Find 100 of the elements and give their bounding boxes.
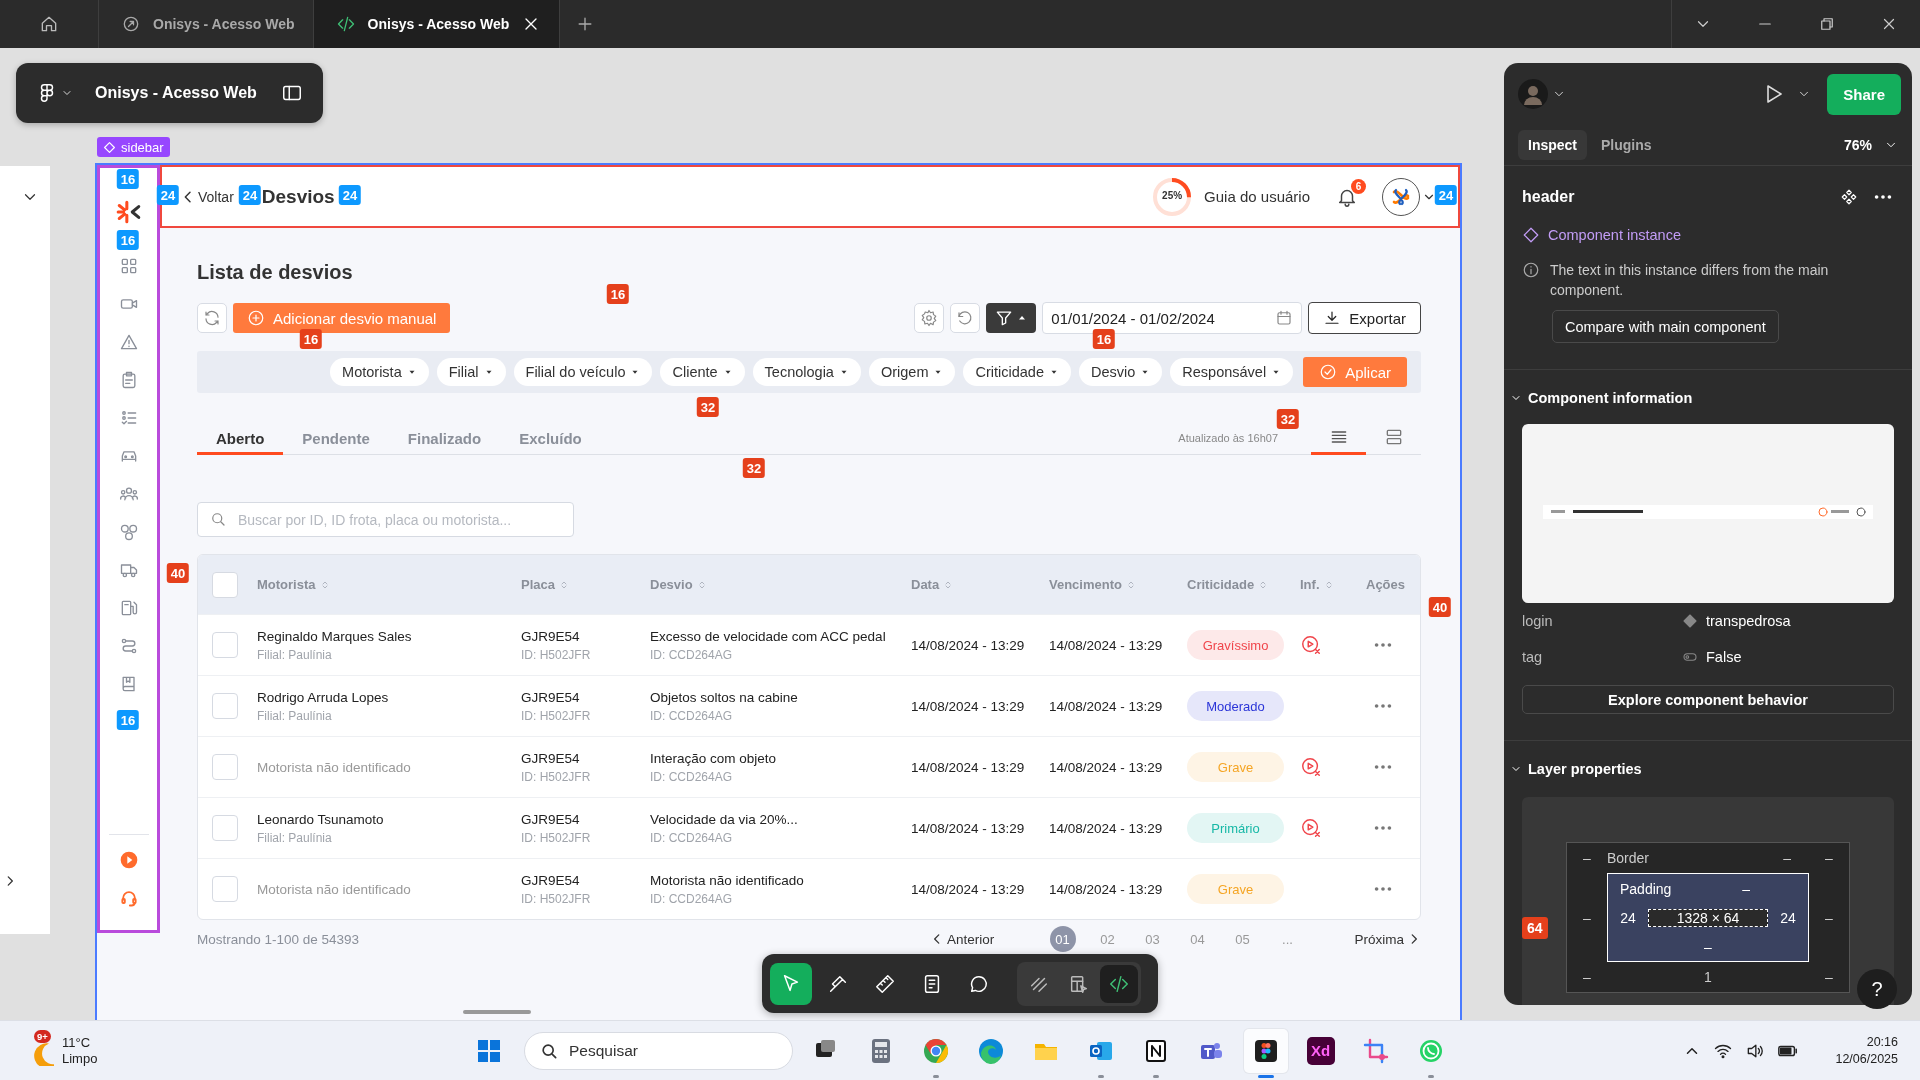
updated-text: Atualizado às 16h07 xyxy=(1178,431,1278,444)
branch-text: Filial: Paulínia xyxy=(257,830,333,845)
filter-dropdown[interactable]: Desvio xyxy=(1079,358,1163,386)
box-value: – xyxy=(1583,969,1591,985)
filter-dropdown[interactable]: Responsável xyxy=(1170,358,1294,386)
zoom-level[interactable]: 76% xyxy=(1843,137,1872,153)
row-checkbox[interactable] xyxy=(212,876,238,902)
plate-text: GJR9E54 xyxy=(521,872,581,888)
column-header: Ações xyxy=(1366,577,1407,592)
calendar-icon xyxy=(1275,309,1294,327)
tool-button[interactable] xyxy=(770,962,812,1005)
plate-id-text: ID: H502JFR xyxy=(521,891,592,906)
check-circle-icon xyxy=(1319,363,1338,381)
filter-dropdown[interactable]: Cliente xyxy=(660,358,745,386)
settings-icon xyxy=(920,309,939,327)
criticality-tag: Gravíssimo xyxy=(1187,630,1284,660)
due-date-cell-text: 14/08/2024 - 13:29 xyxy=(1049,759,1164,775)
property-value: transpedrosa xyxy=(1706,613,1792,629)
restore-icon[interactable] xyxy=(1818,15,1836,33)
row-checkbox[interactable] xyxy=(212,632,238,658)
avatar-icon[interactable] xyxy=(1518,79,1548,109)
due-date-cell-text: 14/08/2024 - 13:29 xyxy=(1049,820,1164,836)
measurement-badge: 40 xyxy=(1428,597,1452,617)
property-name: login xyxy=(1522,613,1554,629)
taskbar-button[interactable] xyxy=(1243,1028,1288,1073)
warning-icon[interactable] xyxy=(118,332,139,352)
select-all-checkbox[interactable] xyxy=(212,571,238,598)
clock-time: 20:16 xyxy=(1866,1033,1898,1051)
crop-tool-icon xyxy=(1361,1036,1390,1065)
refresh-icon xyxy=(203,309,221,327)
branch-text: Filial: Paulínia xyxy=(257,647,333,662)
filter-dropdown[interactable]: Filial xyxy=(436,358,506,386)
taskbar-button[interactable]: Xd xyxy=(1298,1028,1343,1073)
page-title: Desvios xyxy=(261,185,335,208)
deviation-id-text: ID: CCD264AG xyxy=(650,708,734,723)
app-logo: Xd xyxy=(1306,1036,1335,1065)
component-icon[interactable] xyxy=(1840,188,1858,206)
info-icon xyxy=(1522,261,1540,279)
search-field[interactable]: Buscar por ID, ID frota, placa ou motorista... xyxy=(197,502,574,537)
home-icon xyxy=(39,14,59,34)
browser-icon xyxy=(976,1036,1005,1065)
filter-dropdown[interactable]: Criticidade xyxy=(963,358,1071,386)
date-range-field[interactable]: 01/01/2024 - 01/02/2024 xyxy=(1042,302,1303,334)
measurement-badge: 16 xyxy=(116,169,140,189)
filter-dropdown[interactable]: Filial do veículo xyxy=(513,358,653,386)
filter-button[interactable] xyxy=(986,303,1037,333)
deviation-text: Excesso de velocidade com ACC pedal xyxy=(650,628,887,644)
section-title: Layer properties xyxy=(1528,761,1642,777)
compare-button[interactable]: Compare with main component xyxy=(1552,310,1779,343)
back-button[interactable]: Voltar xyxy=(180,188,234,205)
explore-button[interactable]: Explore component behavior xyxy=(1522,685,1894,714)
video-alert-icon[interactable] xyxy=(1300,756,1322,778)
clock-date: 12/06/2025 xyxy=(1835,1050,1898,1068)
guide-link[interactable]: Guia do usuário xyxy=(1204,188,1310,205)
plate-id-text: ID: H502JFR xyxy=(521,708,592,723)
logo-icon xyxy=(115,199,142,225)
size-value: 1328 × 64 xyxy=(1676,910,1740,926)
row-checkbox[interactable] xyxy=(212,754,238,780)
property-name: tag xyxy=(1522,649,1544,665)
status-tab[interactable]: Aberto xyxy=(197,421,284,455)
next-button[interactable]: Próxima xyxy=(1354,931,1421,947)
search-button[interactable]: Pesquisar xyxy=(524,1031,793,1070)
measurement-badge: 16 xyxy=(606,284,630,304)
export-button[interactable]: Exportar xyxy=(1308,302,1421,334)
panel-tab[interactable]: Plugins xyxy=(1591,130,1662,160)
headset-icon[interactable] xyxy=(118,888,139,908)
measurement-badge: 24 xyxy=(156,185,180,205)
plate-text: GJR9E54 xyxy=(521,811,581,827)
row-checkbox[interactable] xyxy=(212,815,238,841)
notification-badge: 9+ xyxy=(34,1029,51,1043)
deviation-id-text: ID: CCD264AG xyxy=(650,647,734,662)
previous-button[interactable]: Anterior xyxy=(930,931,1040,947)
code-icon xyxy=(335,14,356,34)
filter-dropdown[interactable]: Motorista xyxy=(330,358,429,386)
undo-button[interactable] xyxy=(950,303,981,333)
video-alert-icon[interactable] xyxy=(1300,634,1322,656)
instance-label[interactable]: Component instance xyxy=(1548,227,1681,243)
box-label: Border xyxy=(1607,850,1650,866)
date-cell-text: 14/08/2024 - 13:29 xyxy=(911,881,1026,897)
tool-button[interactable] xyxy=(1100,964,1138,1003)
video-alert-icon[interactable] xyxy=(1300,817,1322,839)
weather-text: Limpo xyxy=(62,1050,98,1067)
refresh-button[interactable] xyxy=(197,303,227,333)
deviation-text: Motorista não identificado xyxy=(650,872,805,888)
notice-text: The text in this instance differs from the main component. xyxy=(1550,261,1830,300)
user-group-icon[interactable] xyxy=(118,522,139,542)
account-avatar[interactable] xyxy=(1382,177,1420,216)
row-checkbox[interactable] xyxy=(212,693,238,719)
filter-dropdown[interactable]: Origem xyxy=(868,358,956,386)
measurement-badge: 24 xyxy=(238,185,262,205)
ruler-icon xyxy=(874,972,896,995)
settings-button[interactable] xyxy=(914,303,945,333)
browser-tab[interactable]: Onisys - Acesso Web xyxy=(313,0,561,48)
measurement-badge: 16 xyxy=(116,230,140,250)
box-value: – xyxy=(1742,881,1750,897)
measurement-badge: 24 xyxy=(1434,185,1458,205)
plate-id-text: ID: H502JFR xyxy=(521,647,592,662)
criticality-tag: Grave xyxy=(1187,752,1284,782)
panel-tab[interactable]: Inspect xyxy=(1518,130,1587,160)
filter-dropdown[interactable]: Tecnologia xyxy=(752,358,861,386)
